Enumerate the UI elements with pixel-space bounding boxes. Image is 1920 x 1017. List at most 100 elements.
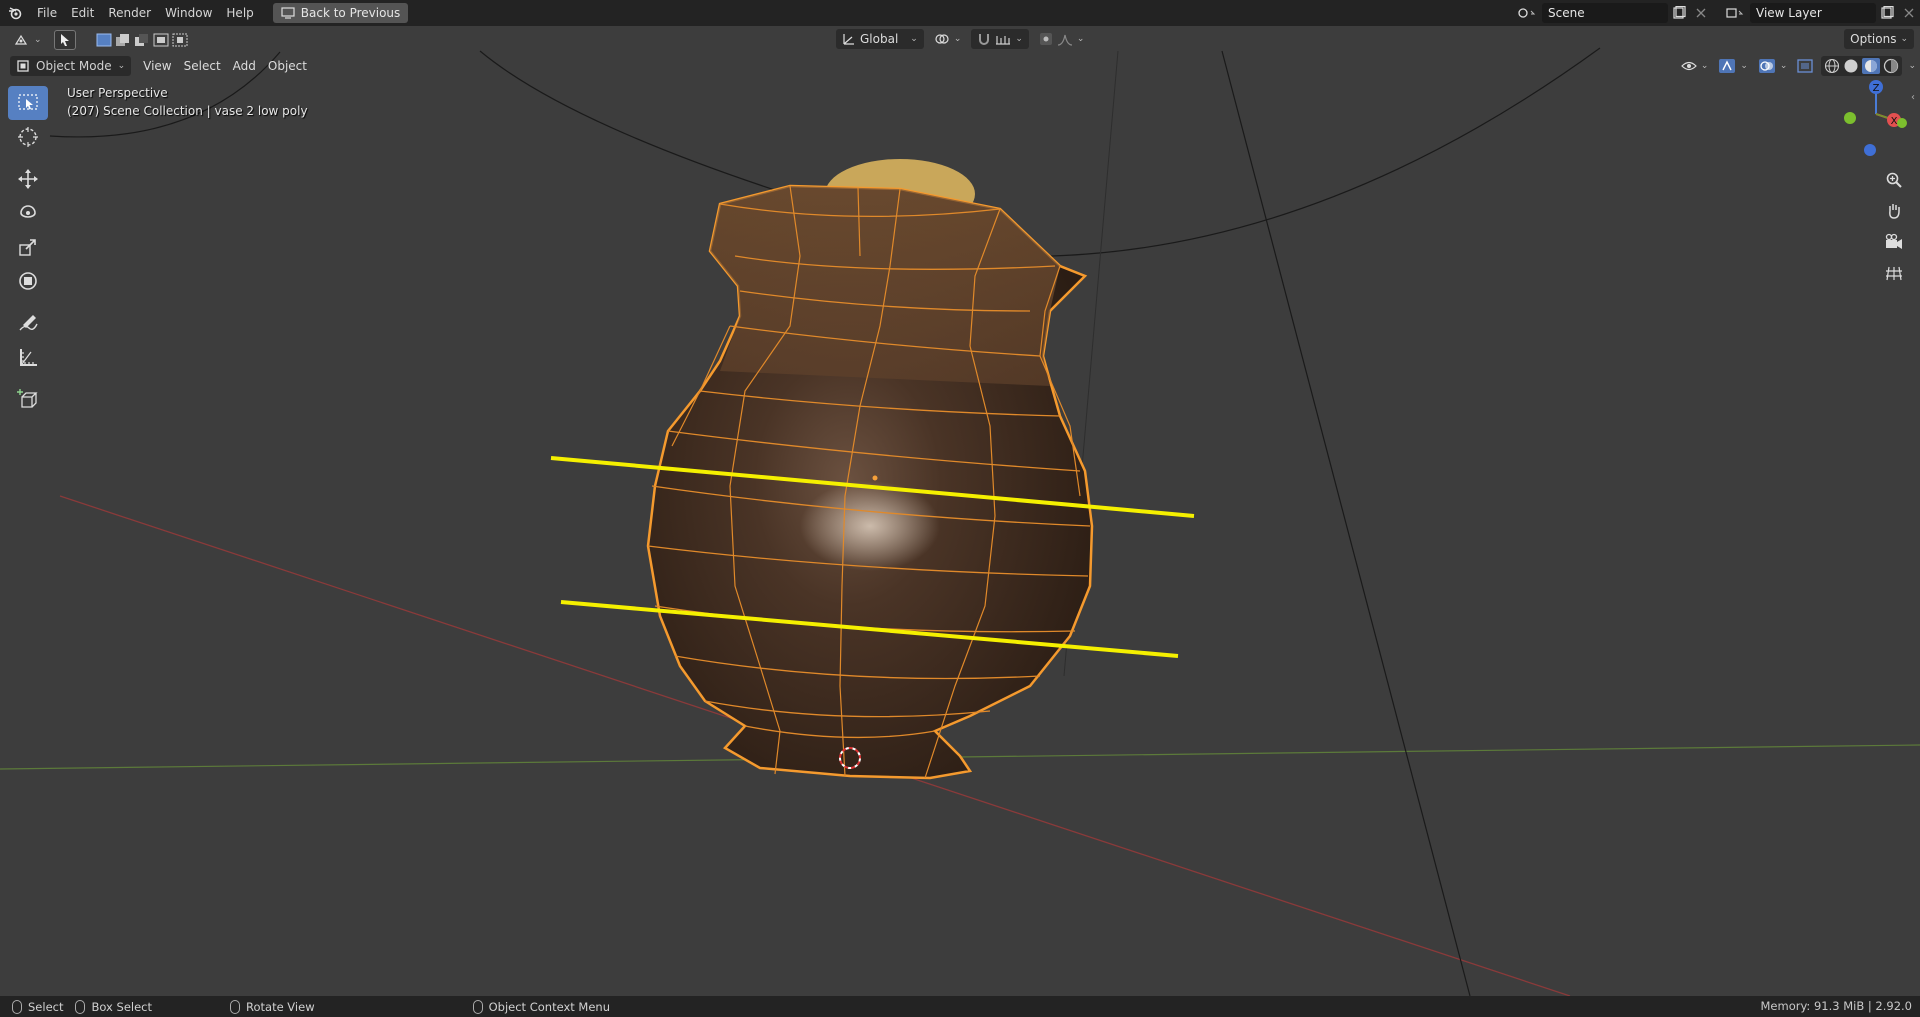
viewport-header-menus: Object Mode ⌄ View Select Add Object ⌄ ⌄…: [0, 53, 1920, 79]
mouse-middle-icon: [230, 999, 240, 1014]
chevron-down-icon: ⌄: [1779, 61, 1788, 71]
cursor-tool[interactable]: [8, 120, 48, 154]
gizmo-toggle[interactable]: ⌄: [1716, 56, 1750, 76]
scene-browse-icon[interactable]: [1512, 3, 1542, 23]
chevron-down-icon[interactable]: ⌄: [1908, 61, 1916, 71]
object-mode-dropdown[interactable]: Object Mode ⌄: [10, 56, 132, 76]
blender-logo-icon[interactable]: [0, 0, 30, 26]
scene-collection-label: (207) Scene Collection | vase 2 low poly: [67, 104, 308, 118]
magnet-icon: [979, 34, 990, 45]
mouse-left-icon: [12, 999, 22, 1014]
viewport-header-tools: ⌄ Global ⌄ ⌄ ⌄ ⌄ Options ⌄: [0, 26, 1920, 53]
selection-mode-group[interactable]: [90, 30, 194, 50]
object-mode-icon: [17, 60, 29, 72]
options-label: Options: [1850, 32, 1897, 46]
overlays-toggle[interactable]: ⌄: [1756, 56, 1790, 76]
navigation-gizmo[interactable]: Z X: [1832, 70, 1908, 156]
xray-icon: [1797, 59, 1814, 73]
camera-view-button[interactable]: [1880, 228, 1908, 256]
menu-file[interactable]: File: [30, 0, 64, 26]
chevron-down-icon: ⌄: [1900, 34, 1908, 44]
select-intersect-icon[interactable]: [172, 33, 188, 47]
editor-type-icon: [14, 34, 28, 45]
measure-tool[interactable]: [8, 340, 48, 374]
editor-type-button[interactable]: ⌄: [8, 30, 48, 50]
annotate-tool[interactable]: [8, 306, 48, 340]
move-tool[interactable]: [8, 162, 48, 196]
transform-orientation-dropdown[interactable]: Global ⌄: [836, 29, 924, 49]
add-cube-icon: [17, 389, 38, 408]
select-extend-icon[interactable]: [115, 33, 131, 47]
neg-y-axis-handle: [1844, 112, 1856, 124]
scene-name-field[interactable]: Scene: [1542, 3, 1668, 23]
select-new-icon[interactable]: [96, 33, 112, 47]
menu-object[interactable]: Object: [262, 56, 313, 76]
mouse-right-icon: [472, 999, 483, 1014]
z-axis-label: Z: [1873, 83, 1880, 94]
ortho-toggle-button[interactable]: [1880, 259, 1908, 287]
tool-shelf: [8, 86, 48, 416]
menu-view[interactable]: View: [137, 56, 177, 76]
delete-view-layer-icon[interactable]: [1898, 3, 1920, 23]
menu-render[interactable]: Render: [101, 0, 158, 26]
new-scene-icon[interactable]: [1668, 3, 1690, 23]
back-to-previous-label: Back to Previous: [300, 6, 401, 20]
pan-view-button[interactable]: [1880, 197, 1908, 225]
memory-version-readout: Memory: 91.3 MiB | 2.92.0: [1760, 999, 1913, 1013]
select-subtract-icon[interactable]: [134, 33, 150, 47]
xray-toggle[interactable]: [1795, 56, 1815, 76]
delete-scene-icon[interactable]: [1690, 3, 1712, 23]
grid-icon: [1886, 266, 1902, 281]
chevron-down-icon: ⌄: [910, 34, 918, 44]
object-origin: [872, 475, 878, 481]
3d-viewport[interactable]: ⌄ Global ⌄ ⌄ ⌄ ⌄ Options ⌄ Object Mode ⌄…: [0, 26, 1920, 996]
object-mode-label: Object Mode: [36, 59, 112, 73]
proportional-editing-toggle[interactable]: ⌄: [1033, 29, 1091, 49]
axes-icon: [843, 34, 854, 45]
menu-edit[interactable]: Edit: [64, 0, 101, 26]
cursor-arrow-icon: [60, 33, 69, 46]
menu-help[interactable]: Help: [219, 0, 260, 26]
status-context-label: Object Context Menu: [488, 999, 610, 1014]
falloff-curve-icon: [1057, 34, 1072, 46]
hand-icon: [1889, 204, 1900, 219]
transform-icon: [19, 272, 37, 290]
menu-add[interactable]: Add: [227, 56, 262, 76]
transform-tool[interactable]: [8, 264, 48, 298]
status-box-select-label: Box Select: [91, 999, 152, 1014]
proportional-dot-icon: [1039, 33, 1052, 45]
viewport-scene[interactable]: [0, 26, 1920, 996]
menu-select[interactable]: Select: [178, 56, 227, 76]
visibility-dropdown[interactable]: ⌄: [1679, 56, 1711, 76]
rotate-icon: [20, 205, 36, 218]
add-cube-tool[interactable]: [8, 382, 48, 416]
new-view-layer-icon[interactable]: [1876, 3, 1898, 23]
status-select-label: Select: [28, 999, 64, 1014]
chevron-down-icon: ⌄: [1700, 61, 1709, 71]
rotate-tool[interactable]: [8, 196, 48, 230]
snap-increment-icon: [996, 36, 1011, 45]
tweak-select-button[interactable]: [53, 29, 76, 50]
view-layer-value: View Layer: [1756, 6, 1822, 20]
back-to-previous-button[interactable]: Back to Previous: [272, 3, 409, 23]
status-select-hint: Select: [0, 999, 64, 1014]
options-dropdown[interactable]: Options ⌄: [1844, 29, 1914, 49]
view-layer-browse-icon[interactable]: [1720, 3, 1750, 23]
menu-window[interactable]: Window: [158, 0, 219, 26]
select-invert-icon[interactable]: [153, 33, 169, 47]
eye-icon: [1680, 61, 1697, 71]
view-layer-field[interactable]: View Layer: [1750, 3, 1876, 23]
zoom-view-button[interactable]: [1880, 166, 1908, 194]
sidebar-toggle-icon[interactable]: ‹: [1911, 92, 1919, 103]
snap-toggle[interactable]: ⌄: [971, 29, 1029, 49]
chevron-down-icon: ⌄: [1076, 34, 1085, 44]
scale-icon: [19, 239, 36, 256]
top-menu-bar: File Edit Render Window Help Back to Pre…: [0, 0, 1920, 26]
status-rotate-hint: Rotate View: [152, 999, 315, 1014]
pivot-point-dropdown[interactable]: ⌄: [928, 29, 968, 49]
chevron-down-icon: ⌄: [1740, 61, 1748, 71]
scale-tool[interactable]: [8, 230, 48, 264]
select-box-tool[interactable]: [8, 86, 48, 120]
status-rotate-label: Rotate View: [246, 999, 315, 1014]
status-bar: Select Box Select Rotate View Object Con…: [0, 996, 1920, 1017]
